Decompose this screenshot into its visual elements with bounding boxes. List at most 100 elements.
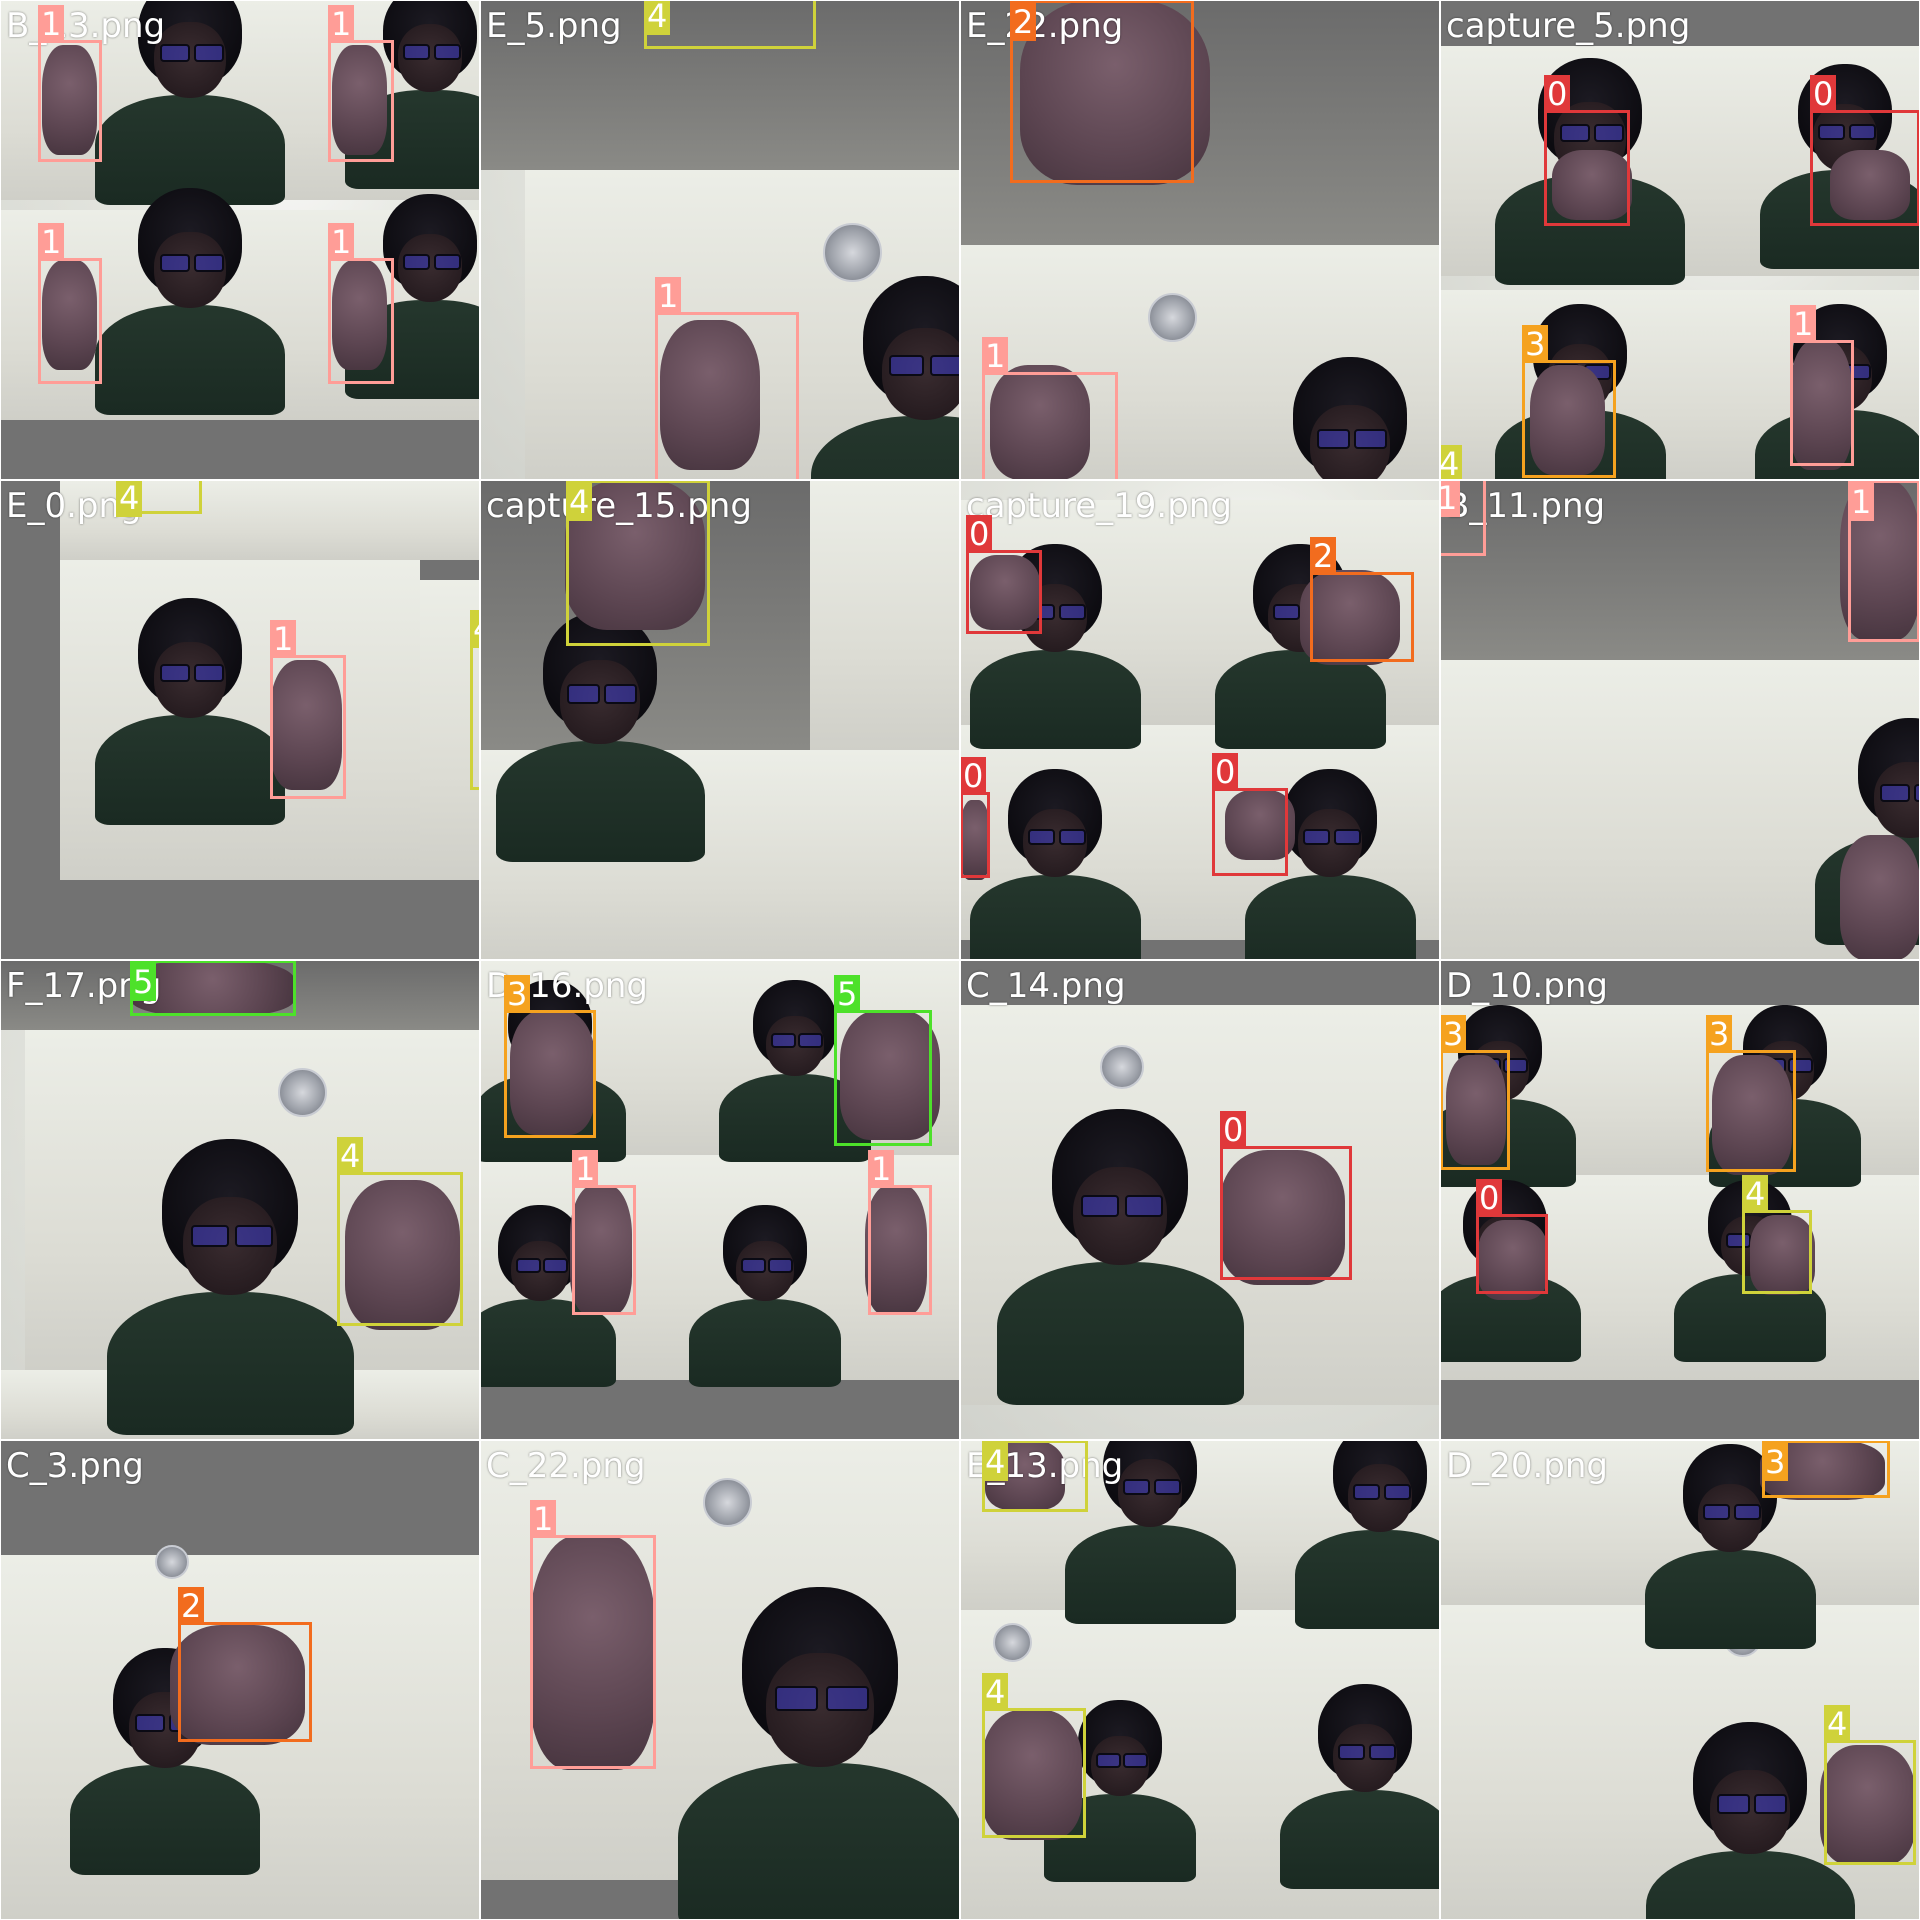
glasses-lens bbox=[741, 1258, 766, 1274]
detection-box: 1 bbox=[270, 620, 346, 799]
wall-clock bbox=[822, 222, 882, 282]
sub-image bbox=[810, 750, 960, 960]
glasses-lens bbox=[543, 1258, 568, 1274]
detection-box: 4 bbox=[116, 480, 202, 517]
glasses-lens bbox=[516, 1258, 541, 1274]
tile-filename-label: C_14.png bbox=[966, 966, 1126, 1006]
glasses-lens bbox=[194, 664, 224, 682]
mosaic-tile: capture_15.png 4 bbox=[480, 480, 960, 960]
person-shirt bbox=[1279, 1789, 1440, 1889]
detection-class-label: 1 bbox=[38, 5, 65, 43]
wall-clock bbox=[1147, 292, 1197, 342]
mosaic-tile: C_3.png 2 bbox=[0, 1440, 480, 1920]
detection-box: 5 bbox=[130, 960, 296, 1016]
detection-class-label: 1 bbox=[868, 1150, 895, 1188]
glasses-lens bbox=[194, 44, 224, 62]
glasses-lens bbox=[1303, 828, 1331, 846]
person-shirt bbox=[495, 740, 705, 862]
glasses-lens bbox=[135, 1714, 165, 1732]
sub-image bbox=[810, 480, 960, 750]
detection-class-label: 3 bbox=[1522, 325, 1549, 363]
mosaic-tile: D_20.png 3 4 bbox=[1440, 1440, 1920, 1920]
tile-filename-label: C_22.png bbox=[486, 1446, 646, 1486]
glasses-lens bbox=[1123, 1478, 1151, 1496]
glasses-lens bbox=[798, 1033, 823, 1049]
glasses-lens bbox=[1717, 1794, 1750, 1814]
detection-box: 1 bbox=[1790, 305, 1854, 466]
tile-filename-label: capture_19.png bbox=[966, 486, 1232, 526]
wall-clock bbox=[702, 1477, 752, 1527]
detection-class-label: 3 bbox=[1706, 1015, 1733, 1053]
glasses-lens bbox=[1125, 1195, 1163, 1218]
detection-class-label: 3 bbox=[1762, 1443, 1789, 1481]
detection-class-label: 5 bbox=[834, 975, 861, 1013]
person-shirt bbox=[95, 305, 285, 415]
mosaic-tile: C_14.png 0 bbox=[960, 960, 1440, 1440]
person-shirt bbox=[1064, 1524, 1236, 1624]
wall-clock bbox=[992, 1622, 1032, 1662]
glasses-lens bbox=[1338, 1743, 1366, 1761]
detection-box: 0 bbox=[1220, 1111, 1352, 1280]
detection-class-label: 4 bbox=[1824, 1705, 1851, 1743]
detection-box: 1 bbox=[1848, 480, 1920, 642]
detection-box: 1 bbox=[38, 5, 102, 162]
glasses-lens bbox=[1096, 1753, 1121, 1769]
detection-class-label: 1 bbox=[530, 1500, 557, 1538]
glasses-lens bbox=[1333, 828, 1361, 846]
detection-class-label: 4 bbox=[1440, 445, 1463, 480]
glasses-lens bbox=[768, 1258, 793, 1274]
person-shirt bbox=[1644, 1549, 1816, 1649]
detection-box: 0 bbox=[1212, 753, 1288, 876]
detection-class-label: 1 bbox=[982, 337, 1009, 375]
glasses-lens bbox=[775, 1686, 818, 1711]
person-shirt bbox=[1244, 874, 1416, 960]
detection-box: 1 bbox=[530, 1500, 656, 1769]
detection-class-label: 1 bbox=[328, 223, 355, 261]
padding-region bbox=[480, 1380, 960, 1440]
person-shirt bbox=[1294, 1529, 1440, 1629]
glasses-lens bbox=[160, 44, 190, 62]
person-shirt bbox=[689, 1299, 841, 1387]
mosaic-tile: C_22.png 1 bbox=[480, 1440, 960, 1920]
detection-box: 0 bbox=[960, 757, 990, 878]
glasses-lens bbox=[929, 354, 960, 376]
glasses-lens bbox=[191, 1225, 229, 1248]
detection-class-label: 0 bbox=[966, 515, 993, 553]
detection-class-label: 0 bbox=[1810, 75, 1837, 113]
detection-box: 1 bbox=[328, 5, 394, 162]
detection-box: 4 bbox=[470, 610, 480, 790]
detection-class-label: 1 bbox=[38, 223, 65, 261]
glasses-lens bbox=[433, 43, 461, 61]
glasses-lens bbox=[160, 254, 190, 272]
tile-filename-label: E_5.png bbox=[486, 6, 622, 46]
detection-class-label: 3 bbox=[1440, 1015, 1467, 1053]
glasses-lens bbox=[771, 1033, 796, 1049]
glasses-lens bbox=[403, 43, 431, 61]
mosaic-tile: E_0.png414 bbox=[0, 480, 480, 960]
detection-box: 1 bbox=[655, 277, 799, 480]
mosaic-tile: E_13.png 4 4 bbox=[960, 1440, 1440, 1920]
detection-class-label: 4 bbox=[470, 610, 480, 648]
glasses-lens bbox=[235, 1225, 273, 1248]
glasses-lens bbox=[1703, 1503, 1731, 1521]
detection-class-label: 2 bbox=[178, 1587, 205, 1625]
detection-box: 1 bbox=[982, 337, 1118, 480]
detection-box: 1 bbox=[572, 1150, 636, 1315]
glasses-lens bbox=[1383, 1483, 1411, 1501]
detection-box: 2 bbox=[1010, 0, 1194, 183]
mosaic-tile: B_11.png 1 1 bbox=[1440, 480, 1920, 960]
glasses-lens bbox=[194, 254, 224, 272]
mosaic-tile: E_22.png 2 1 bbox=[960, 0, 1440, 480]
glasses-lens bbox=[604, 684, 637, 704]
wall-clock bbox=[277, 1067, 327, 1117]
mosaic-tile: capture_5.png 0 0 3 1 4 bbox=[1440, 0, 1920, 480]
glasses-lens bbox=[1123, 1753, 1148, 1769]
padding-region bbox=[0, 420, 480, 480]
glasses-lens bbox=[1733, 1503, 1761, 1521]
person-shirt bbox=[969, 649, 1141, 749]
detection-class-label: 4 bbox=[982, 1443, 1009, 1481]
tile-filename-label: capture_5.png bbox=[1446, 6, 1691, 46]
glasses-lens bbox=[1353, 1483, 1381, 1501]
detection-class-label: 4 bbox=[982, 1673, 1009, 1711]
glasses-lens bbox=[1081, 1195, 1119, 1218]
